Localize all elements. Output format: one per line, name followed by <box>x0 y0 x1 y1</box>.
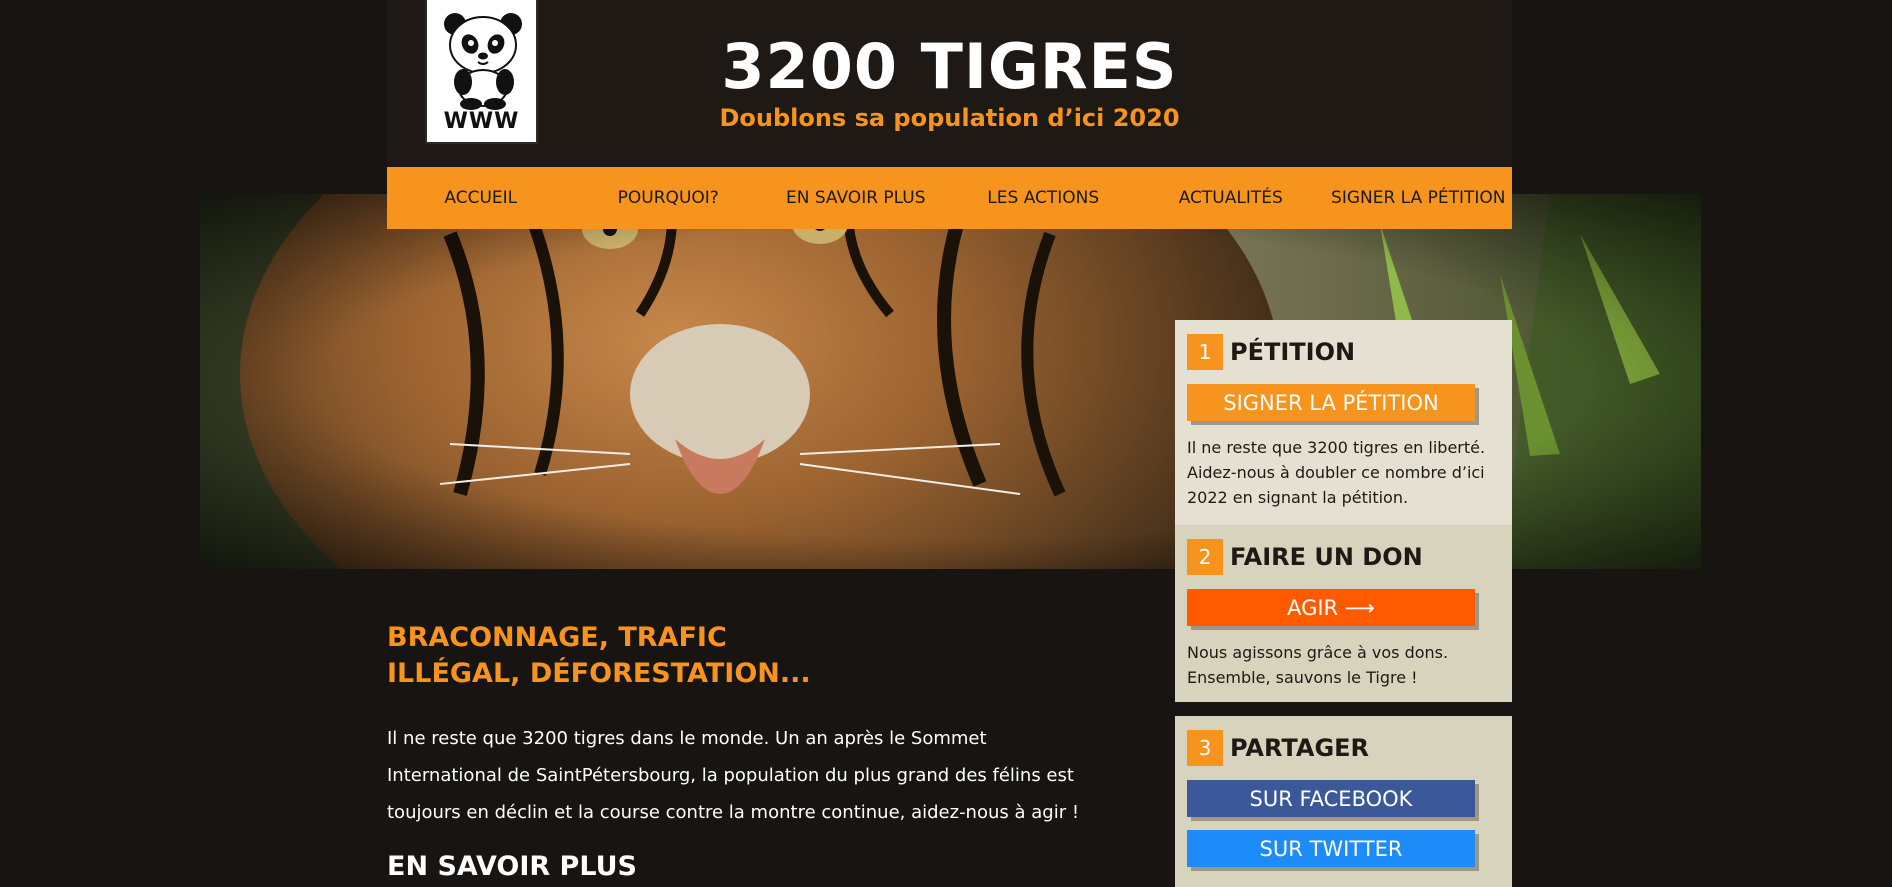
main-nav: ACCUEIL POURQUOI? EN SAVOIR PLUS LES ACT… <box>387 167 1512 229</box>
page: WWW 3200 TIGRES Doublons sa population d… <box>0 0 1892 887</box>
share-facebook-button[interactable]: SUR FACEBOOK <box>1187 780 1475 817</box>
petition-description: Il ne reste que 3200 tigres en liberté. … <box>1187 438 1486 507</box>
petition-panel: 1 PÉTITION SIGNER LA PÉTITION Il ne rest… <box>1175 320 1512 525</box>
donation-panel: 2 FAIRE UN DON AGIR ⟶ Nous agissons grâc… <box>1175 525 1512 702</box>
petition-panel-header: 1 PÉTITION <box>1187 334 1500 370</box>
main-headline: BRACONNAGE, TRAFIC ILLÉGAL, DÉFORESTATIO… <box>387 622 811 689</box>
share-panel-title: PARTAGER <box>1230 734 1370 762</box>
nav-item-en-savoir-plus[interactable]: EN SAVOIR PLUS <box>762 167 950 229</box>
nav-item-signer-la-petition[interactable]: SIGNER LA PÉTITION <box>1325 167 1513 229</box>
donation-panel-header: 2 FAIRE UN DON <box>1187 539 1500 575</box>
step-number-badge: 1 <box>1187 334 1223 370</box>
site-subtitle: Doublons sa population d’ici 2020 <box>719 104 1180 132</box>
intro-paragraph: Il ne reste que 3200 tigres dans le mond… <box>387 728 1080 823</box>
share-twitter-button[interactable]: SUR TWITTER <box>1187 830 1475 867</box>
sign-petition-button[interactable]: SIGNER LA PÉTITION <box>1187 384 1475 421</box>
nav-item-les-actions[interactable]: LES ACTIONS <box>950 167 1138 229</box>
donation-description: Nous agissons grâce à vos dons. Ensemble… <box>1187 643 1449 687</box>
donate-button[interactable]: AGIR ⟶ <box>1187 589 1475 626</box>
step-number-badge: 2 <box>1187 539 1223 575</box>
main-content: BRACONNAGE, TRAFIC ILLÉGAL, DÉFORESTATIO… <box>387 620 1107 882</box>
nav-item-actualites[interactable]: ACTUALITÉS <box>1137 167 1325 229</box>
site-title: 3200 TIGRES <box>721 30 1178 103</box>
nav-item-pourquoi[interactable]: POURQUOI? <box>575 167 763 229</box>
donation-panel-title: FAIRE UN DON <box>1230 543 1423 571</box>
site-header: WWW 3200 TIGRES Doublons sa population d… <box>387 0 1512 167</box>
step-number-badge: 3 <box>1187 730 1223 766</box>
section-title-en-savoir-plus: EN SAVOIR PLUS <box>387 851 637 882</box>
nav-item-accueil[interactable]: ACCUEIL <box>387 167 575 229</box>
petition-panel-title: PÉTITION <box>1230 338 1356 366</box>
share-panel: 3 PARTAGER SUR FACEBOOK SUR TWITTER <box>1175 716 1512 887</box>
share-panel-header: 3 PARTAGER <box>1187 730 1500 766</box>
